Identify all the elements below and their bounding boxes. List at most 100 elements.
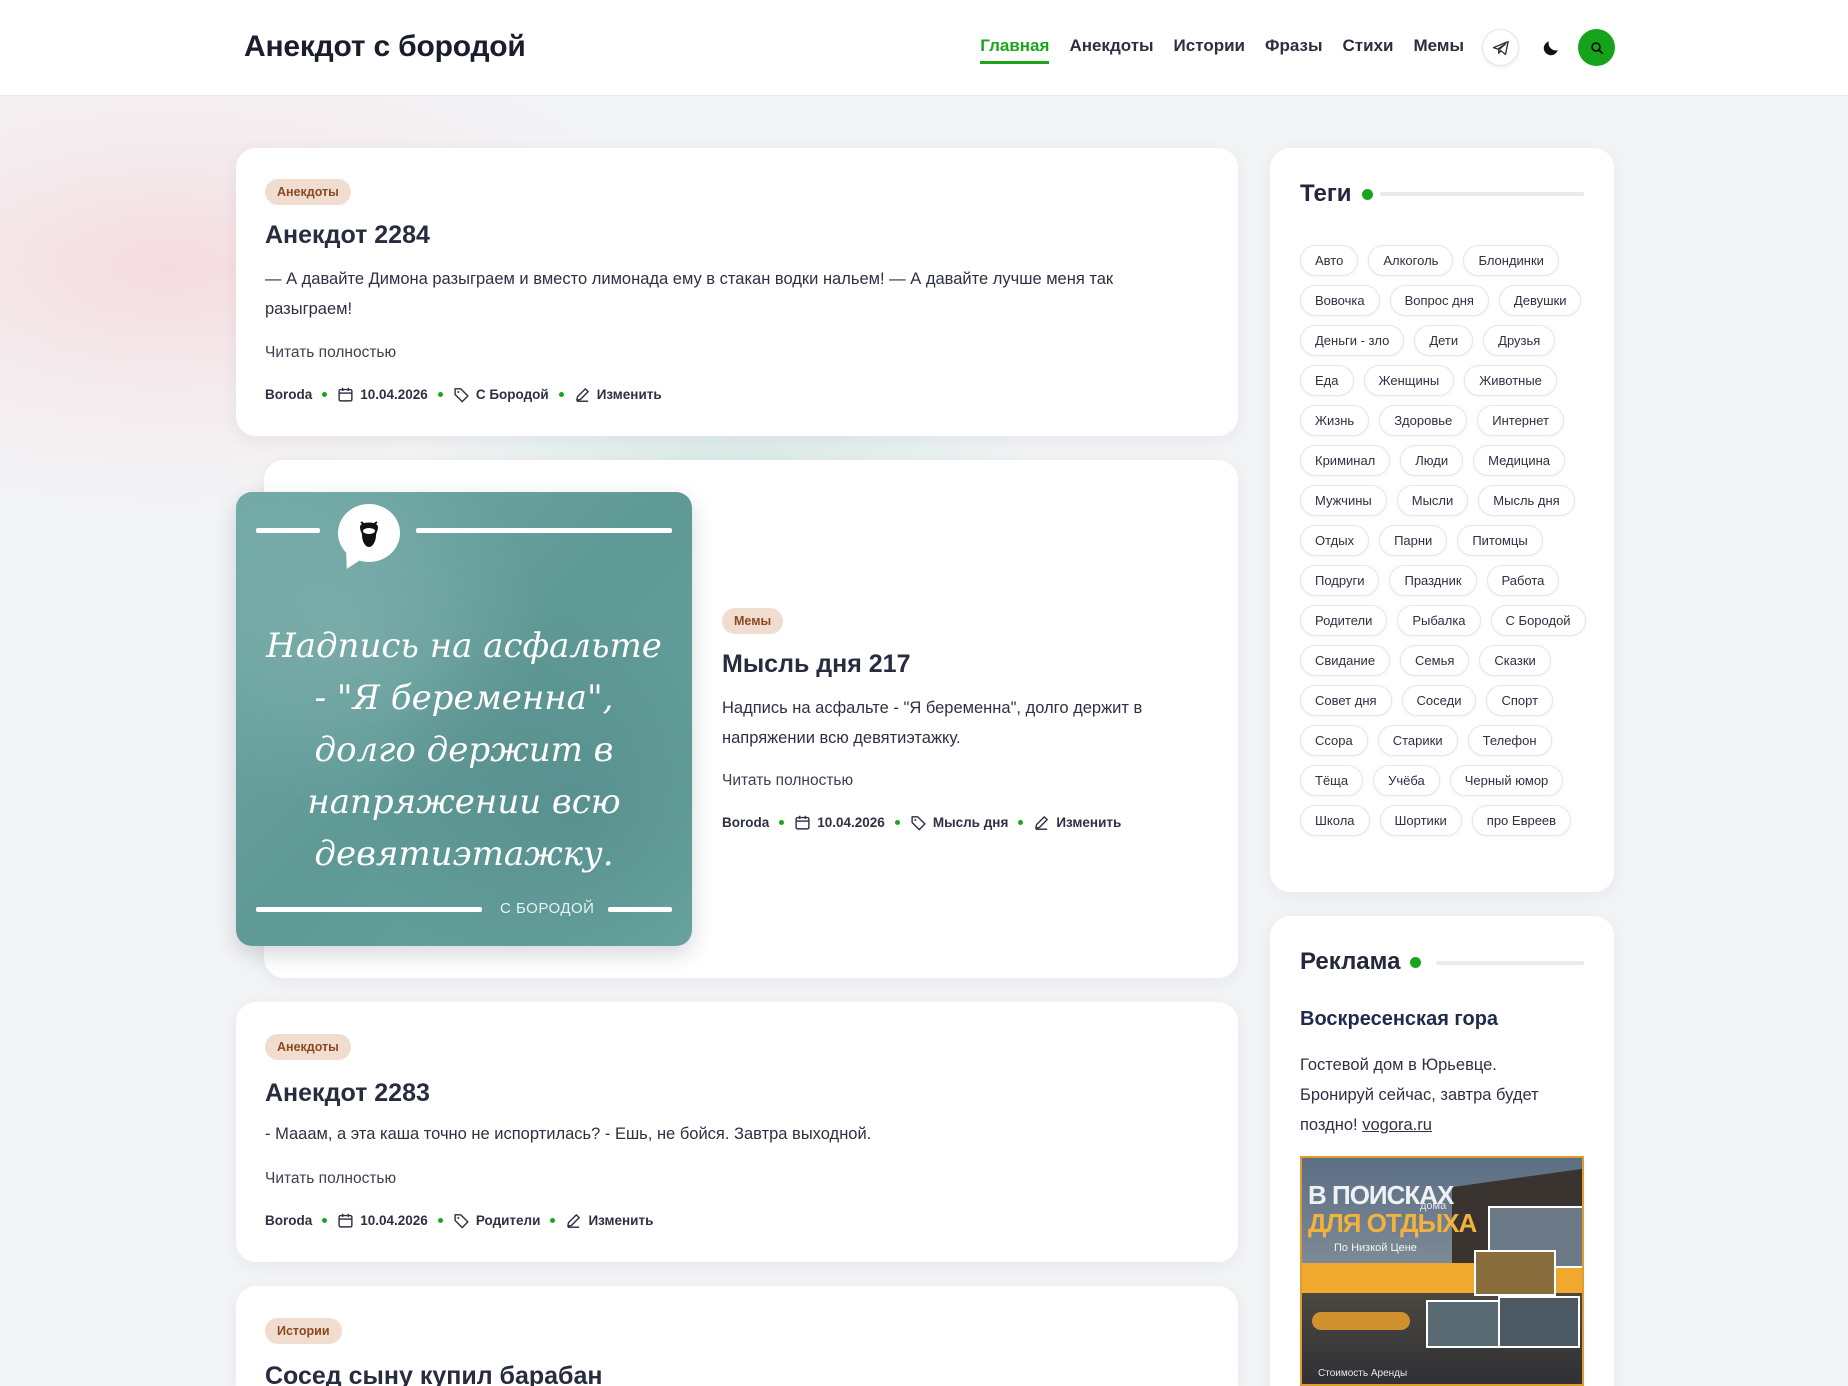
tag-pill[interactable]: Сказки: [1479, 645, 1551, 676]
tag-pill[interactable]: Родители: [1300, 605, 1388, 636]
tag-pill[interactable]: Животные: [1464, 365, 1557, 396]
tag-pill[interactable]: Медицина: [1473, 445, 1565, 476]
tag-pill[interactable]: Черный юмор: [1449, 765, 1564, 796]
post-title[interactable]: Анекдот 2283: [265, 1079, 430, 1108]
tag-pill[interactable]: Парни: [1379, 525, 1448, 556]
tag-pill[interactable]: Праздник: [1389, 565, 1477, 596]
post-date: 10.04.2026: [817, 815, 885, 830]
edit-link[interactable]: Изменить: [1056, 815, 1121, 830]
read-more-link[interactable]: Читать полностью: [265, 344, 396, 362]
tag-pill[interactable]: Вовочка: [1300, 285, 1380, 316]
nav-item-istorii[interactable]: Истории: [1174, 36, 1245, 64]
ad-link[interactable]: vogora.ru: [1362, 1116, 1432, 1134]
tag-pill[interactable]: Блондинки: [1463, 245, 1559, 276]
nav-item-home[interactable]: Главная: [980, 36, 1050, 64]
tag-pill[interactable]: Люди: [1400, 445, 1464, 476]
edit-link[interactable]: Изменить: [597, 387, 662, 402]
calendar-icon: [338, 1213, 353, 1228]
tag-pill[interactable]: Рыбалка: [1397, 605, 1481, 636]
category-badge[interactable]: Анекдоты: [265, 179, 351, 205]
tag-pill[interactable]: Шортики: [1379, 805, 1462, 836]
meta-separator: [437, 392, 443, 397]
edit-link[interactable]: Изменить: [588, 1213, 653, 1228]
tag-pill[interactable]: С Бородой: [1490, 605, 1586, 636]
tag-pill[interactable]: Авто: [1300, 245, 1359, 276]
category-badge[interactable]: Истории: [265, 1318, 342, 1344]
beard-logo-icon: [338, 504, 400, 562]
tag-pill[interactable]: Ссора: [1300, 725, 1368, 756]
post-author[interactable]: Boroda: [265, 387, 312, 402]
telegram-button[interactable]: [1482, 29, 1519, 66]
post-date: 10.04.2026: [360, 1213, 428, 1228]
tag-pill[interactable]: Совет дня: [1300, 685, 1392, 716]
post-title[interactable]: Анекдот 2284: [265, 221, 430, 250]
category-badge[interactable]: Анекдоты: [265, 1034, 351, 1060]
tag-pill[interactable]: Криминал: [1300, 445, 1391, 476]
read-more-link[interactable]: Читать полностью: [722, 772, 853, 790]
tag-pill[interactable]: Учёба: [1373, 765, 1440, 796]
read-more-link[interactable]: Читать полностью: [265, 1170, 396, 1188]
meme-brand: С БОРОДОЙ: [500, 900, 595, 917]
tag-pill[interactable]: Питомцы: [1457, 525, 1543, 556]
tag-pill[interactable]: Тёща: [1300, 765, 1364, 796]
tag-pill[interactable]: Женщины: [1363, 365, 1455, 396]
ad-banner-image[interactable]: В ПОИСКАХ ДЛЯ ОТДЫХА дома По Низкой Цене…: [1300, 1156, 1584, 1386]
ad-heading[interactable]: Воскресенская гора: [1300, 1008, 1498, 1031]
meme-decor-line: [256, 528, 320, 533]
meme-decor-line: [416, 528, 672, 533]
tag-pill[interactable]: Семья: [1400, 645, 1470, 676]
title-divider: [1436, 961, 1584, 965]
category-badge[interactable]: Мемы: [722, 608, 784, 634]
nav-item-anekdoty[interactable]: Анекдоты: [1069, 36, 1153, 64]
post-tag-link[interactable]: С Бородой: [476, 387, 549, 402]
ad-image-photo: [1498, 1296, 1580, 1348]
post-title[interactable]: Сосед сыну купил барабан: [265, 1362, 603, 1386]
tag-pill[interactable]: Свидание: [1300, 645, 1391, 676]
meta-separator: [550, 1218, 556, 1223]
tag-pill[interactable]: про Евреев: [1471, 805, 1572, 836]
tag-pill[interactable]: Телефон: [1467, 725, 1552, 756]
nav-item-frazy[interactable]: Фразы: [1265, 36, 1323, 64]
post-tag-link[interactable]: Родители: [476, 1213, 541, 1228]
tag-pill[interactable]: Дети: [1414, 325, 1474, 356]
tag-pill[interactable]: Деньги - зло: [1300, 325, 1405, 356]
tag-pill[interactable]: Алкоголь: [1368, 245, 1454, 276]
post-card: Истории Сосед сыну купил барабан: [236, 1286, 1238, 1386]
dark-mode-toggle[interactable]: [1532, 29, 1569, 66]
tag-pill[interactable]: Друзья: [1483, 325, 1556, 356]
ad-image-text: Стоимость Аренды: [1318, 1368, 1408, 1379]
tag-pill[interactable]: Интернет: [1477, 405, 1564, 436]
nav-item-memy[interactable]: Мемы: [1414, 36, 1465, 64]
nav-item-stihi[interactable]: Стихи: [1343, 36, 1394, 64]
tag-pill[interactable]: Старики: [1377, 725, 1458, 756]
tag-pill[interactable]: Мужчины: [1300, 485, 1387, 516]
tag-pill[interactable]: Мысль дня: [1478, 485, 1575, 516]
tag-pill[interactable]: Жизнь: [1300, 405, 1370, 436]
tag-pill[interactable]: Школа: [1300, 805, 1370, 836]
tag-pill[interactable]: Девушки: [1498, 285, 1582, 316]
meta-separator: [322, 1218, 328, 1223]
site-title[interactable]: Анекдот с бородой: [244, 30, 526, 64]
widget-title-text: Теги: [1300, 180, 1352, 207]
tag-pill[interactable]: Еда: [1300, 365, 1354, 396]
meme-image[interactable]: Надпись на асфальте - "Я беременна", дол…: [236, 492, 692, 946]
tag-pill[interactable]: Отдых: [1300, 525, 1370, 556]
post-tag-link[interactable]: Мысль дня: [933, 815, 1009, 830]
post-title[interactable]: Мысль дня 217: [722, 650, 911, 679]
tag-pill[interactable]: Работа: [1486, 565, 1560, 596]
tag-icon: [454, 388, 469, 403]
tag-pill[interactable]: Спорт: [1486, 685, 1554, 716]
post-author[interactable]: Boroda: [265, 1213, 312, 1228]
meta-separator: [779, 820, 785, 825]
tag-pill[interactable]: Подруги: [1300, 565, 1380, 596]
tag-pill[interactable]: Здоровье: [1379, 405, 1468, 436]
meta-separator: [894, 820, 900, 825]
post-author[interactable]: Boroda: [722, 815, 769, 830]
tag-pill[interactable]: Соседи: [1401, 685, 1477, 716]
search-button[interactable]: [1578, 29, 1615, 66]
tag-pill[interactable]: Вопрос дня: [1389, 285, 1489, 316]
ad-image-pill: [1312, 1312, 1410, 1330]
tag-pill[interactable]: Мысли: [1396, 485, 1469, 516]
meme-caption: Надпись на асфальте - "Я беременна", дол…: [266, 626, 662, 874]
site-header: Анекдот с бородой Главная Анекдоты Истор…: [0, 0, 1848, 96]
